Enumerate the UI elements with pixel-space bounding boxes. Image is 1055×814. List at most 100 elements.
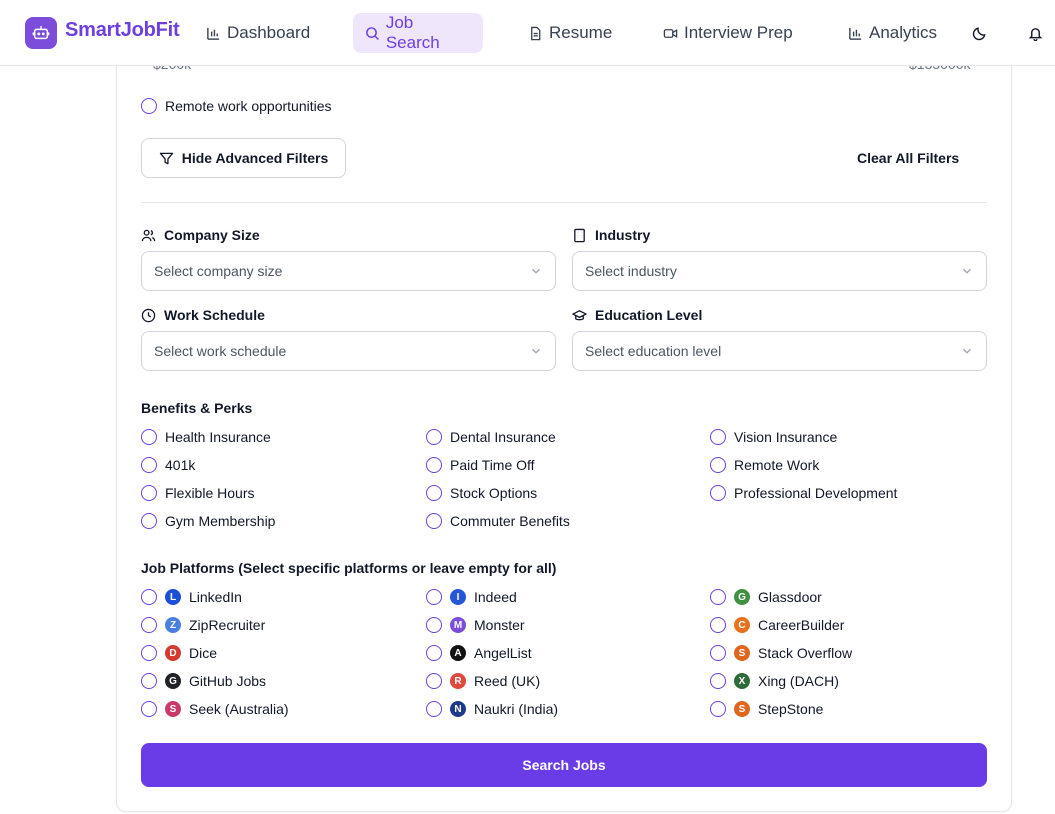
bell-icon bbox=[1028, 27, 1042, 41]
work-schedule-label: Work Schedule bbox=[141, 307, 265, 323]
brand-name[interactable]: SmartJobFit bbox=[65, 19, 180, 42]
nav-interview-prep[interactable]: Interview Prep bbox=[651, 13, 805, 53]
platform-label: Naukri (India) bbox=[474, 701, 559, 717]
education-level-select[interactable]: Select education level bbox=[572, 331, 987, 371]
bar-chart-icon bbox=[849, 27, 862, 40]
users-icon bbox=[141, 229, 156, 241]
platform-option-reed[interactable]: R Reed (UK) bbox=[426, 673, 540, 689]
platform-radio[interactable] bbox=[426, 617, 442, 633]
nav-dashboard[interactable]: Dashboard bbox=[194, 13, 322, 53]
benefit-radio[interactable] bbox=[426, 457, 442, 473]
platforms-title: Job Platforms (Select specific platforms… bbox=[141, 560, 557, 576]
top-navbar: SmartJobFit Dashboard Job Search Resume … bbox=[0, 0, 1055, 66]
benefit-option[interactable]: Gym Membership bbox=[141, 513, 275, 529]
remote-work-radio[interactable] bbox=[141, 98, 157, 114]
education-level-label: Education Level bbox=[572, 307, 702, 323]
careerbuilder-icon: C bbox=[734, 617, 750, 633]
platform-label: Stack Overflow bbox=[758, 645, 853, 661]
platform-option-github-jobs[interactable]: G GitHub Jobs bbox=[141, 673, 266, 689]
dark-mode-toggle[interactable] bbox=[969, 23, 989, 43]
platform-radio[interactable] bbox=[141, 673, 157, 689]
platform-option-careerbuilder[interactable]: C CareerBuilder bbox=[710, 617, 844, 633]
chevron-down-icon bbox=[532, 268, 540, 274]
platform-option-seek[interactable]: S Seek (Australia) bbox=[141, 701, 289, 717]
platform-radio[interactable] bbox=[710, 617, 726, 633]
platform-option-monster[interactable]: M Monster bbox=[426, 617, 525, 633]
benefit-radio[interactable] bbox=[426, 429, 442, 445]
bar-chart-icon bbox=[207, 27, 220, 40]
platform-option-stepstone[interactable]: S StepStone bbox=[710, 701, 823, 717]
benefit-label: Vision Insurance bbox=[734, 429, 838, 445]
document-icon bbox=[531, 26, 541, 40]
platform-radio[interactable] bbox=[141, 589, 157, 605]
clock-icon bbox=[141, 308, 156, 322]
search-jobs-button[interactable]: Search Jobs bbox=[141, 743, 987, 787]
benefit-radio[interactable] bbox=[710, 485, 726, 501]
benefit-radio[interactable] bbox=[710, 457, 726, 473]
benefit-radio[interactable] bbox=[141, 513, 157, 529]
naukri-icon: N bbox=[450, 701, 466, 717]
clear-all-filters-button[interactable]: Clear All Filters bbox=[857, 150, 959, 166]
platform-radio[interactable] bbox=[141, 701, 157, 717]
benefit-option[interactable]: 401k bbox=[141, 457, 195, 473]
benefit-option[interactable]: Commuter Benefits bbox=[426, 513, 570, 529]
platform-radio[interactable] bbox=[710, 673, 726, 689]
benefit-option[interactable]: Professional Development bbox=[710, 485, 897, 501]
benefit-option[interactable]: Dental Insurance bbox=[426, 429, 556, 445]
platform-radio[interactable] bbox=[426, 589, 442, 605]
platform-radio[interactable] bbox=[426, 645, 442, 661]
benefit-option[interactable]: Remote Work bbox=[710, 457, 819, 473]
notifications-button[interactable] bbox=[1025, 23, 1045, 43]
company-size-label: Company Size bbox=[141, 227, 260, 243]
platform-option-dice[interactable]: D Dice bbox=[141, 645, 217, 661]
industry-placeholder: Select industry bbox=[585, 263, 677, 279]
platform-option-ziprecruiter[interactable]: Z ZipRecruiter bbox=[141, 617, 265, 633]
platform-option-naukri[interactable]: N Naukri (India) bbox=[426, 701, 558, 717]
platform-option-stack-overflow[interactable]: S Stack Overflow bbox=[710, 645, 852, 661]
platform-label: Glassdoor bbox=[758, 589, 822, 605]
remote-work-label: Remote work opportunities bbox=[165, 98, 332, 114]
seek-icon: S bbox=[165, 701, 181, 717]
benefit-label: Remote Work bbox=[734, 457, 820, 473]
benefit-option[interactable]: Paid Time Off bbox=[426, 457, 535, 473]
platform-radio[interactable] bbox=[426, 701, 442, 717]
xing-icon: X bbox=[734, 673, 750, 689]
stack-overflow-icon: S bbox=[734, 645, 750, 661]
benefit-radio[interactable] bbox=[426, 485, 442, 501]
benefit-option[interactable]: Stock Options bbox=[426, 485, 537, 501]
company-size-select[interactable]: Select company size bbox=[141, 251, 556, 291]
benefit-radio[interactable] bbox=[141, 429, 157, 445]
nav-job-search[interactable]: Job Search bbox=[353, 13, 483, 53]
platform-label: CareerBuilder bbox=[758, 617, 845, 633]
platform-option-glassdoor[interactable]: G Glassdoor bbox=[710, 589, 822, 605]
benefit-radio[interactable] bbox=[426, 513, 442, 529]
platform-option-indeed[interactable]: I Indeed bbox=[426, 589, 517, 605]
benefit-radio[interactable] bbox=[141, 485, 157, 501]
moon-icon bbox=[972, 26, 986, 40]
benefit-option[interactable]: Health Insurance bbox=[141, 429, 271, 445]
platform-radio[interactable] bbox=[141, 617, 157, 633]
platform-radio[interactable] bbox=[710, 589, 726, 605]
nav-resume[interactable]: Resume bbox=[516, 13, 624, 53]
indeed-icon: I bbox=[450, 589, 466, 605]
benefit-radio[interactable] bbox=[710, 429, 726, 445]
platform-option-angellist[interactable]: A AngelList bbox=[426, 645, 532, 661]
remote-work-option[interactable]: Remote work opportunities bbox=[141, 98, 332, 114]
nav-analytics[interactable]: Analytics bbox=[836, 13, 949, 53]
platform-option-linkedin[interactable]: L LinkedIn bbox=[141, 589, 242, 605]
benefit-radio[interactable] bbox=[141, 457, 157, 473]
benefit-label: Dental Insurance bbox=[450, 429, 556, 445]
chevron-down-icon bbox=[963, 268, 971, 274]
hide-advanced-filters-button[interactable]: Hide Advanced Filters bbox=[141, 138, 346, 178]
platform-radio[interactable] bbox=[710, 701, 726, 717]
benefit-option[interactable]: Vision Insurance bbox=[710, 429, 837, 445]
industry-select[interactable]: Select industry bbox=[572, 251, 987, 291]
benefit-option[interactable]: Flexible Hours bbox=[141, 485, 254, 501]
work-schedule-select[interactable]: Select work schedule bbox=[141, 331, 556, 371]
benefit-label: Gym Membership bbox=[165, 513, 276, 529]
glassdoor-icon: G bbox=[734, 589, 750, 605]
platform-radio[interactable] bbox=[141, 645, 157, 661]
platform-radio[interactable] bbox=[426, 673, 442, 689]
platform-option-xing[interactable]: X Xing (DACH) bbox=[710, 673, 839, 689]
platform-radio[interactable] bbox=[710, 645, 726, 661]
